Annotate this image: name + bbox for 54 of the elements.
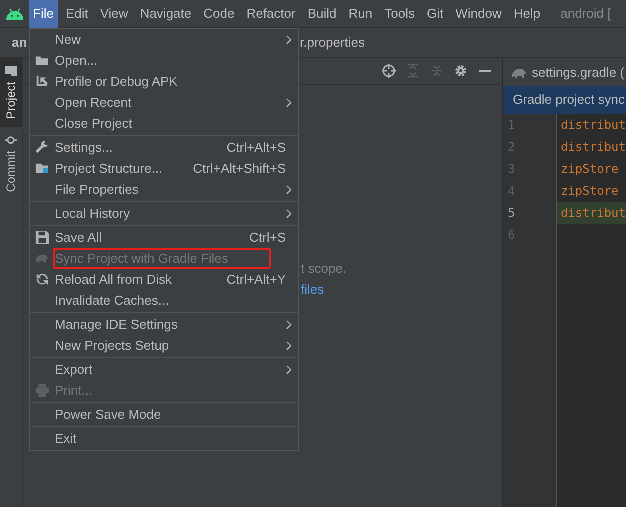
menu-item[interactable]: Settings... Ctrl+Alt+S — [30, 137, 298, 158]
menu-item[interactable]: Open Recent — [30, 92, 298, 113]
menu-item[interactable]: Navigate — [136, 0, 196, 28]
wrench-icon — [35, 140, 50, 155]
editor-tab[interactable]: settings.gradle ( — [503, 58, 626, 86]
menu-item[interactable]: Project Structure... Ctrl+Alt+Shift+S — [30, 158, 298, 179]
locate-icon[interactable] — [382, 64, 396, 78]
menu-item[interactable]: Build — [304, 0, 341, 28]
reload-icon — [35, 272, 50, 287]
menu-item[interactable]: File — [29, 0, 58, 28]
folder-icon — [5, 66, 17, 76]
menu-item[interactable]: File Properties — [30, 179, 298, 200]
menu-item[interactable]: Open... — [30, 50, 298, 71]
menu-item[interactable]: Refactor — [242, 0, 300, 28]
files-link[interactable]: files — [301, 282, 502, 297]
sync-banner: Gradle project sync — [503, 86, 626, 114]
code-line: zipStore — [560, 161, 620, 178]
printer-icon — [35, 383, 50, 398]
code-line: distribut — [560, 117, 626, 134]
menu-item[interactable]: New — [30, 29, 298, 50]
tool-window-tab[interactable]: Project — [0, 58, 22, 128]
file-tab[interactable]: r.properties — [300, 35, 366, 50]
project-structure-icon — [35, 161, 50, 176]
menu-item[interactable]: Profile or Debug APK — [30, 71, 298, 92]
save-icon — [35, 230, 50, 245]
arrow-corner-icon — [35, 74, 50, 89]
menu-item[interactable]: New Projects Setup — [30, 335, 298, 356]
menu-item[interactable]: Help — [510, 0, 545, 28]
menu-item[interactable]: Close Project — [30, 113, 298, 134]
menu-item[interactable]: Run — [344, 0, 377, 28]
menu-item[interactable]: Power Save Mode — [30, 404, 298, 425]
project-title: android [ — [560, 6, 612, 21]
menu-item[interactable]: Reload All from Disk Ctrl+Alt+Y — [30, 269, 298, 290]
menu-item[interactable]: Exit — [30, 428, 298, 449]
menu-item[interactable]: Export — [30, 359, 298, 380]
code-line: distribut — [560, 139, 626, 156]
menu-item[interactable]: Tools — [380, 0, 419, 28]
menu-item[interactable]: Invalidate Caches... — [30, 290, 298, 311]
menu-item[interactable]: Edit — [62, 0, 92, 28]
elephant-icon — [511, 66, 527, 78]
menu-item[interactable]: View — [96, 0, 132, 28]
commit-icon — [5, 135, 17, 146]
menu-item[interactable]: Code — [200, 0, 239, 28]
menu-item[interactable]: Save All Ctrl+S — [30, 227, 298, 248]
menu-item[interactable]: Window — [452, 0, 506, 28]
empty-panel-hint: t scope. — [301, 261, 348, 276]
android-logo — [6, 8, 24, 20]
menu-item[interactable]: Git — [422, 0, 448, 28]
menu-item[interactable]: Local History — [30, 203, 298, 224]
line-number: 5 — [507, 205, 516, 222]
tool-window-tab[interactable]: Commit — [0, 127, 22, 201]
code-line: zipStore — [560, 183, 620, 200]
menu-item[interactable]: Manage IDE Settings — [30, 314, 298, 335]
settings-icon[interactable] — [454, 64, 468, 78]
